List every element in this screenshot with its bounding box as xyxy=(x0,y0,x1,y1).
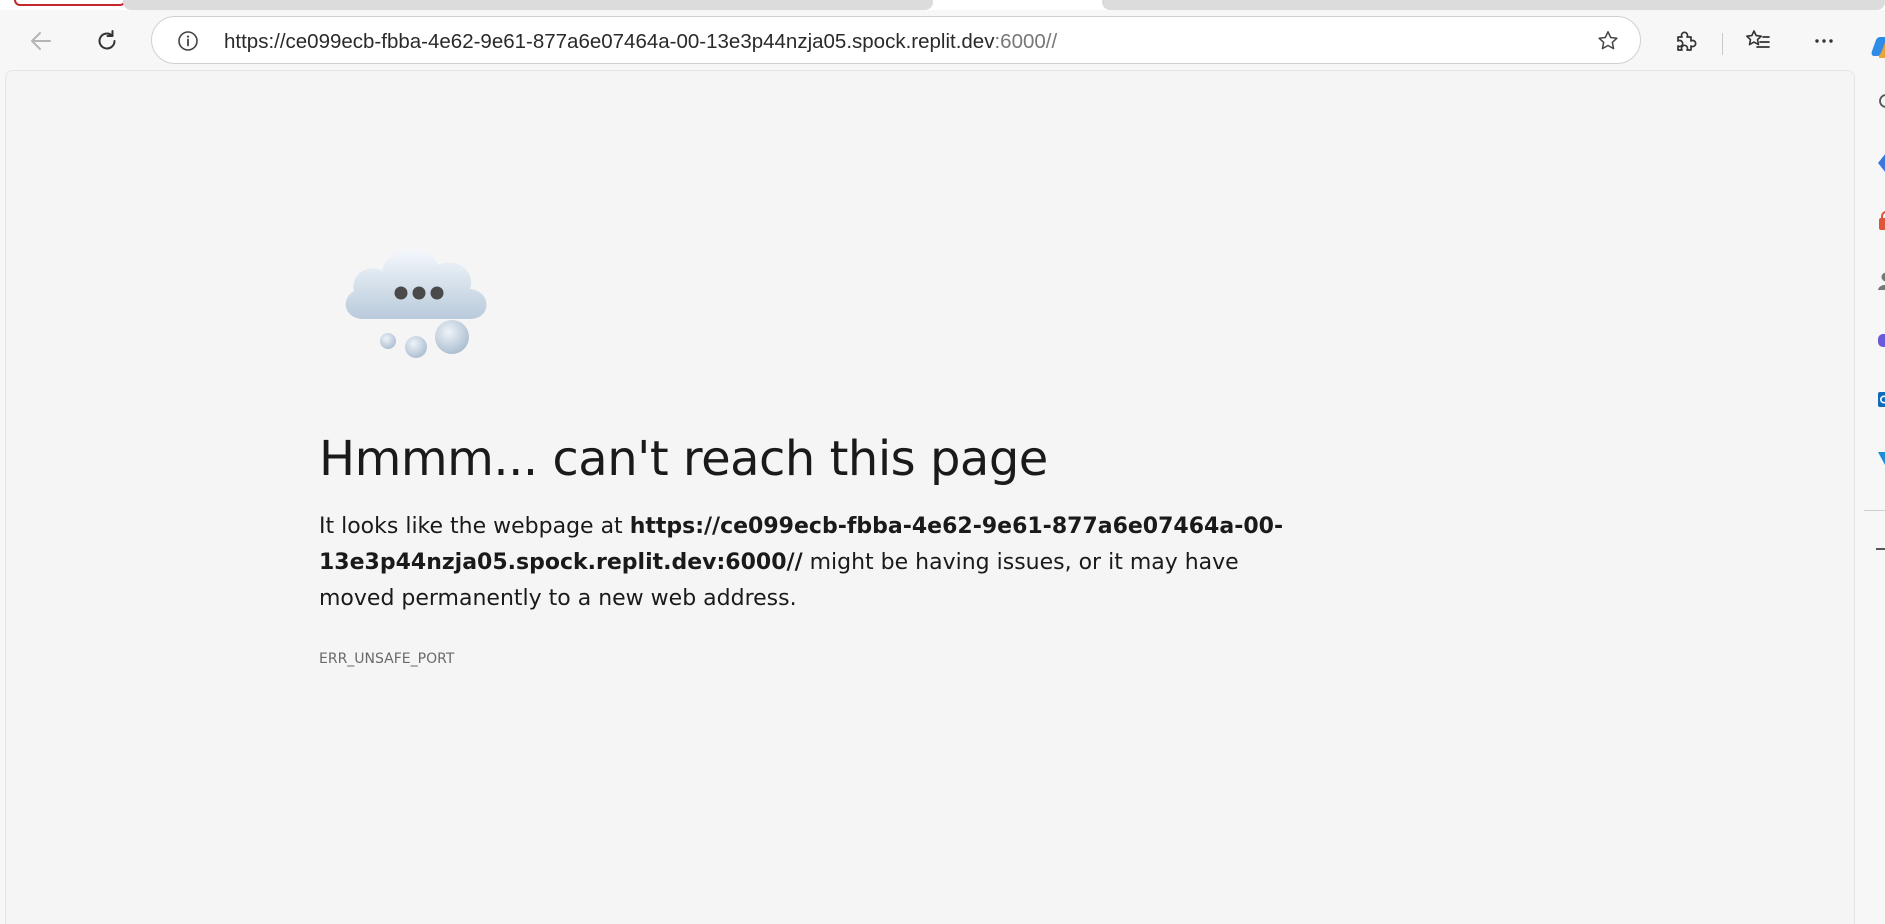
error-code: ERR_UNSAFE_PORT xyxy=(319,651,455,667)
info-icon[interactable] xyxy=(176,29,200,53)
copilot-diamond-icon[interactable] xyxy=(1874,152,1885,174)
outlook-icon[interactable] xyxy=(1874,388,1885,410)
copilot-icon[interactable] xyxy=(1870,36,1885,60)
toolbar-separator xyxy=(1722,33,1723,55)
drop-icon[interactable] xyxy=(1874,447,1885,469)
url-text[interactable]: https://ce099ecb-fbba-4e62-9e61-877a6e07… xyxy=(224,30,1057,54)
back-arrow-icon xyxy=(31,32,51,50)
page-content: Hmmm... can't reach this page It looks l… xyxy=(5,70,1855,924)
reload-icon xyxy=(98,30,116,50)
persona-icon[interactable] xyxy=(1874,270,1885,292)
sidebar-divider xyxy=(1864,510,1885,511)
cloud-with-dots-icon xyxy=(345,249,487,358)
error-desc-prefix: It looks like the webpage at xyxy=(319,514,630,539)
edge-sidebar xyxy=(1855,70,1885,924)
star-icon[interactable] xyxy=(1596,29,1620,53)
error-title: Hmmm... can't reach this page xyxy=(319,431,1048,487)
more-button[interactable] xyxy=(1808,25,1840,57)
url-main: https://ce099ecb-fbba-4e62-9e61-877a6e07… xyxy=(224,30,995,53)
search-icon[interactable] xyxy=(1874,92,1885,114)
back-button[interactable] xyxy=(25,25,57,57)
error-description: It looks like the webpage at https://ce0… xyxy=(319,509,1319,617)
address-bar[interactable]: https://ce099ecb-fbba-4e62-9e61-877a6e07… xyxy=(151,16,1641,64)
tab[interactable] xyxy=(1102,0,1885,10)
more-icon xyxy=(1815,39,1833,43)
add-icon[interactable] xyxy=(1876,548,1885,550)
tab-strip xyxy=(0,0,1885,10)
url-port: :6000// xyxy=(994,30,1058,53)
active-tab[interactable] xyxy=(14,0,126,6)
favorites-button[interactable] xyxy=(1742,25,1774,57)
shopping-icon[interactable] xyxy=(1874,211,1885,233)
favorites-list-icon xyxy=(1746,30,1770,48)
puzzle-icon xyxy=(1677,31,1697,51)
tab[interactable] xyxy=(123,0,933,10)
reload-button[interactable] xyxy=(91,25,123,57)
games-icon[interactable] xyxy=(1874,329,1885,351)
extensions-button[interactable] xyxy=(1669,25,1701,57)
browser-toolbar: https://ce099ecb-fbba-4e62-9e61-877a6e07… xyxy=(0,10,1885,70)
